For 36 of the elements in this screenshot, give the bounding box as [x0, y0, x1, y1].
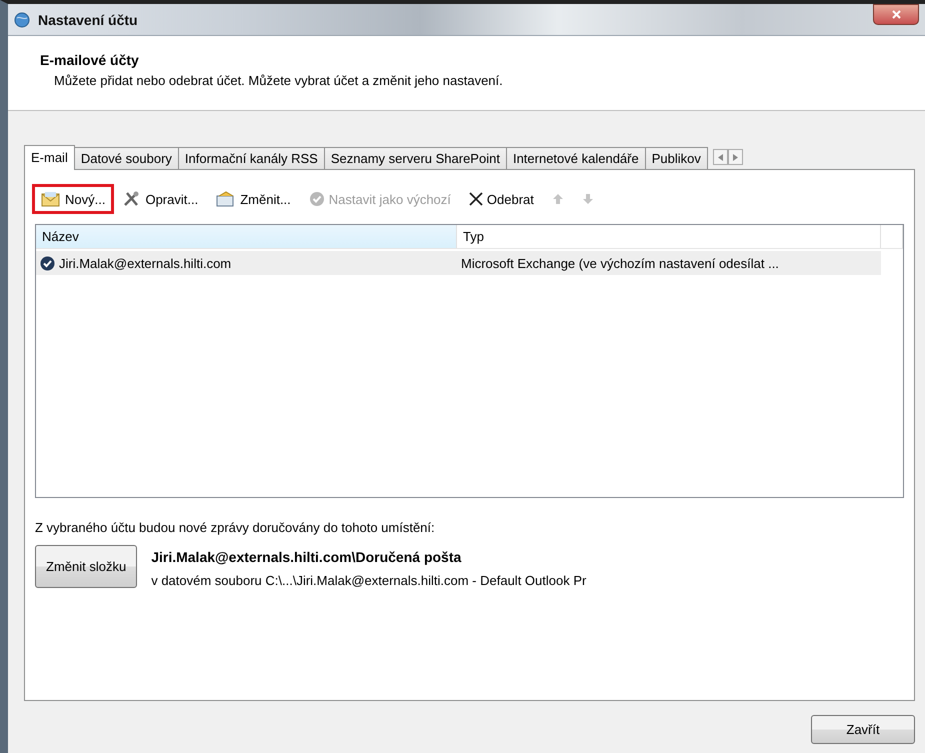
- remove-icon: [468, 192, 483, 206]
- tools-icon: [123, 191, 142, 207]
- folder-path: Jiri.Malak@externals.hilti.com\Doručená pošta: [151, 549, 462, 565]
- globe-icon: [14, 12, 30, 28]
- scroll-right-button[interactable]: [728, 149, 743, 165]
- close-icon: [892, 10, 900, 19]
- section-title: E-mailové účty: [40, 52, 140, 68]
- data-file-path: v datovém souboru C:\...\Jiri.Malak@externals.hilti.com - Default Outlook Pr: [151, 573, 586, 588]
- toolbar-button[interactable]: Nový...: [35, 187, 112, 211]
- account-icon: [40, 256, 55, 270]
- column-header[interactable]: Název: [36, 225, 457, 248]
- toolbar-button[interactable]: Opravit...: [117, 187, 204, 211]
- check-icon: [308, 191, 325, 207]
- close-button[interactable]: [873, 4, 919, 25]
- card-icon: [216, 191, 236, 207]
- toolbar-button[interactable]: Změnit...: [210, 187, 297, 211]
- close-dialog-button[interactable]: Zavřít: [811, 715, 915, 744]
- tab[interactable]: Seznamy serveru SharePoint: [324, 147, 507, 169]
- tab[interactable]: Internetové kalendáře: [506, 147, 646, 169]
- account-name-cell[interactable]: Jiri.Malak@externals.hilti.com: [36, 251, 457, 275]
- scroll-left-button[interactable]: [712, 149, 728, 165]
- left-arrow-icon: [718, 154, 723, 160]
- tab[interactable]: Datové soubory: [74, 147, 179, 169]
- change-folder-button[interactable]: Změnit složku: [35, 545, 138, 588]
- tab[interactable]: E-mail: [24, 145, 75, 170]
- account-type-cell: Microsoft Exchange (ve výchozím nastavení odesílat ...: [457, 251, 881, 275]
- right-arrow-icon: [732, 154, 738, 160]
- tab[interactable]: Publikov: [644, 147, 708, 169]
- up-arrow-icon: [552, 193, 564, 205]
- delivery-label: Z vybraného účtu budou nové zprávy doručovány do tohoto umístění:: [35, 520, 436, 535]
- envelope-icon: [41, 191, 61, 207]
- tab[interactable]: Informační kanály RSS: [178, 147, 325, 169]
- section-description: Můžete přidat nebo odebrat účet. Můžete vybrat účet a změnit jeho nastavení.: [54, 73, 504, 88]
- toolbar-button[interactable]: Odebrat: [462, 188, 540, 210]
- down-arrow-icon: [582, 193, 594, 205]
- window-title: Nastavení účtu: [38, 12, 139, 28]
